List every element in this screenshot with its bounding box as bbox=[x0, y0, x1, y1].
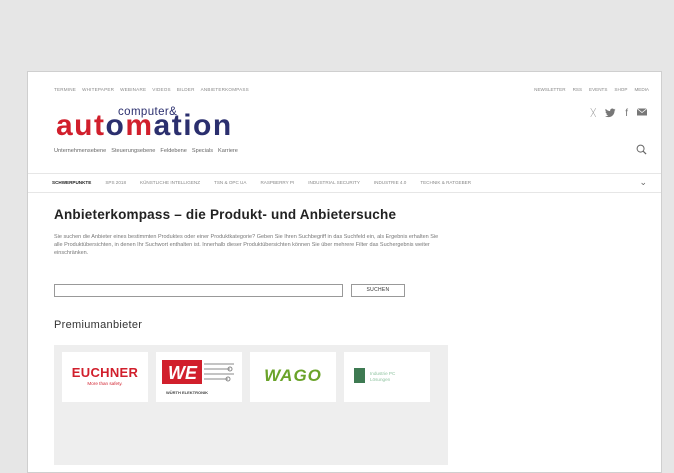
xing-icon[interactable]: ᚷ bbox=[590, 108, 596, 121]
vendor-logo-industrie-pc[interactable]: Industrie PC Lösungen bbox=[344, 352, 430, 402]
logo-wordmark: automation bbox=[56, 109, 233, 142]
site-logo[interactable]: computer& automation bbox=[56, 106, 306, 142]
top-nav-media[interactable]: MEDIA bbox=[634, 87, 649, 92]
section-nav-specials[interactable]: Specials bbox=[192, 148, 213, 154]
top-nav-webinare[interactable]: WEBINARE bbox=[120, 87, 146, 92]
category-tsn-opc-ua[interactable]: TSN & OPC UA bbox=[214, 180, 246, 185]
search-button[interactable]: SUCHEN bbox=[351, 284, 405, 297]
facebook-icon[interactable]: f bbox=[625, 108, 628, 121]
top-nav-right: NEWSLETTER RSS EVENTS SHOP MEDIA bbox=[534, 87, 649, 92]
mail-icon[interactable] bbox=[636, 108, 648, 121]
vendor-logo-wurth[interactable]: WE WÜRTH ELEKTRONIK bbox=[156, 352, 242, 402]
intro-text: Sie suchen die Anbieter eines bestimmten… bbox=[54, 234, 439, 256]
category-schwerpunkte[interactable]: SCHWERPUNKTE bbox=[52, 180, 91, 185]
section-nav-feldebene[interactable]: Feldebene bbox=[160, 148, 186, 154]
top-nav-left: TERMINE WHITEPAPER WEBINARE VIDEOS BILDE… bbox=[54, 87, 249, 92]
category-sps-2018[interactable]: SPS 2018 bbox=[105, 180, 126, 185]
category-industrie-4-0[interactable]: INDUSTRIE 4.0 bbox=[374, 180, 406, 185]
twitter-icon[interactable] bbox=[605, 108, 616, 121]
category-technik-ratgeber[interactable]: TECHNIK & RATGEBER bbox=[420, 180, 471, 185]
premium-vendors-panel: EUCHNER More than safety. WE WÜRTH ELEKT… bbox=[54, 345, 448, 465]
section-nav-steuerungsebene[interactable]: Steuerungsebene bbox=[111, 148, 155, 154]
category-industrial-security[interactable]: INDUSTRIAL SECURITY bbox=[308, 180, 360, 185]
top-nav-whitepaper[interactable]: WHITEPAPER bbox=[82, 87, 114, 92]
top-nav-newsletter[interactable]: NEWSLETTER bbox=[534, 87, 565, 92]
svg-text:WE: WE bbox=[168, 363, 198, 383]
search-input[interactable] bbox=[54, 284, 343, 297]
category-nav: SCHWERPUNKTE SPS 2018 KÜNSTLICHE INTELLI… bbox=[28, 173, 661, 193]
chevron-down-icon[interactable]: ⌄ bbox=[639, 177, 647, 188]
section-nav-karriere[interactable]: Karriere bbox=[218, 148, 238, 154]
wurth-logo-icon: WE bbox=[162, 360, 234, 384]
top-nav-videos[interactable]: VIDEOS bbox=[152, 87, 171, 92]
top-nav-anbieterkompass[interactable]: ANBIETERKOMPASS bbox=[201, 87, 249, 92]
section-nav-unternehmensebene[interactable]: Unternehmensebene bbox=[54, 148, 106, 154]
vendor-logo-euchner[interactable]: EUCHNER More than safety. bbox=[62, 352, 148, 402]
section-nav: Unternehmensebene Steuerungsebene Feldeb… bbox=[54, 148, 238, 154]
top-nav-rss[interactable]: RSS bbox=[573, 87, 582, 92]
page-title: Anbieterkompass – die Produkt- und Anbie… bbox=[54, 207, 397, 222]
search-form: SUCHEN bbox=[54, 284, 405, 297]
category-kuenstliche-intelligenz[interactable]: KÜNSTLICHE INTELLIGENZ bbox=[140, 180, 200, 185]
vendor-logo-wago[interactable]: WAGO bbox=[250, 352, 336, 402]
search-icon[interactable] bbox=[636, 144, 647, 155]
premium-heading: Premiumanbieter bbox=[54, 319, 143, 331]
vendor-square-icon bbox=[354, 368, 365, 383]
top-nav-termine[interactable]: TERMINE bbox=[54, 87, 76, 92]
top-nav-bilder[interactable]: BILDER bbox=[177, 87, 195, 92]
category-raspberry-pi[interactable]: RASPBERRY PI bbox=[260, 180, 294, 185]
social-links: ᚷ f bbox=[590, 108, 648, 121]
top-nav-shop[interactable]: SHOP bbox=[614, 87, 627, 92]
website-page: TERMINE WHITEPAPER WEBINARE VIDEOS BILDE… bbox=[27, 71, 662, 473]
top-nav-events[interactable]: EVENTS bbox=[589, 87, 607, 92]
